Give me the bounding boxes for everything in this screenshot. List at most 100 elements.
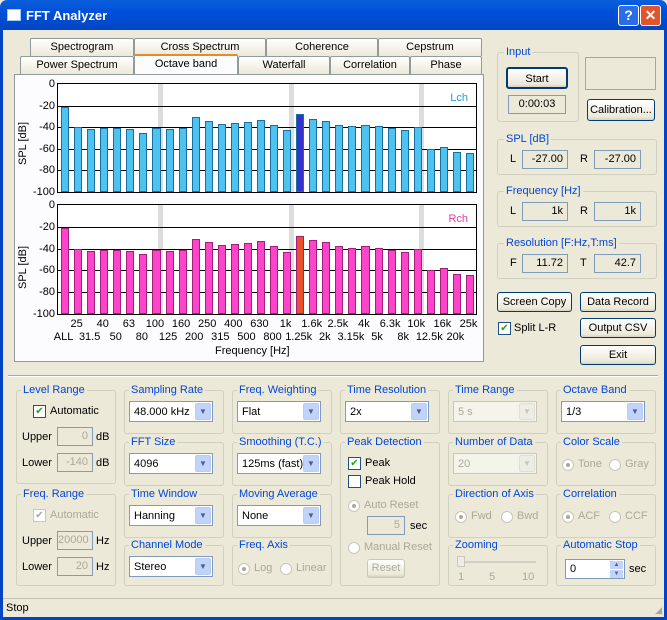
bar-315: [217, 123, 226, 192]
level-range-label: Level Range: [21, 384, 87, 396]
manual-reset-label: Manual Reset: [364, 541, 432, 553]
chevron-down-icon: ▼: [411, 403, 427, 420]
correlation-ccf-radio[interactable]: [609, 511, 621, 523]
automatic-stop-label: Automatic Stop: [561, 539, 640, 551]
help-button[interactable]: ?: [618, 5, 639, 26]
freq-l-value: 1k: [522, 202, 568, 221]
x-tick-label: 6.3k: [379, 318, 401, 330]
resize-grip-icon[interactable]: ◢: [655, 605, 662, 616]
calibration-button[interactable]: Calibration...: [587, 99, 655, 121]
manual-reset-radio[interactable]: [348, 542, 360, 554]
bar-16k: [439, 146, 448, 192]
zoom-slider-thumb[interactable]: [457, 556, 465, 567]
split-lr-checkbox[interactable]: ✔: [498, 322, 511, 335]
fft-size-select[interactable]: 4096 ▼: [129, 453, 213, 474]
bar-125: [165, 250, 174, 314]
tab-cepstrum[interactable]: Cepstrum: [378, 38, 482, 56]
data-record-button[interactable]: Data Record: [580, 292, 656, 312]
tab-phase[interactable]: Phase: [410, 56, 482, 74]
auto-reset-unit: sec: [410, 520, 428, 532]
lch-plot[interactable]: Lch: [57, 83, 477, 193]
bar-3.15k: [348, 126, 357, 192]
level-automatic-checkbox[interactable]: ✔: [33, 405, 46, 418]
start-button[interactable]: Start: [506, 67, 568, 89]
bar-31.5: [87, 250, 96, 314]
time-window-label: Time Window: [129, 488, 200, 500]
channel-mode-select[interactable]: Stereo ▼: [129, 556, 213, 577]
spl-r-value: -27.00: [594, 150, 641, 169]
x-tick-label: 25k: [459, 318, 478, 330]
bar-4k: [361, 125, 370, 192]
tab-power-spectrum[interactable]: Power Spectrum: [20, 56, 134, 74]
chevron-down-icon: ▼: [195, 507, 211, 524]
tab-correlation[interactable]: Correlation: [330, 56, 410, 74]
tab-octave-band[interactable]: Octave band: [134, 54, 238, 74]
bar-800: [270, 246, 279, 314]
zoom-slider-track[interactable]: [460, 561, 536, 563]
y-tick-label: -80: [39, 164, 55, 177]
tab-spectrogram[interactable]: Spectrogram: [30, 38, 134, 56]
bar-8k: [400, 251, 409, 314]
res-f-label: F: [510, 257, 517, 269]
rch-plot[interactable]: Rch: [57, 204, 477, 315]
tab-coherence[interactable]: Coherence: [266, 38, 378, 56]
auto-reset-input[interactable]: 5: [367, 516, 405, 535]
bar-1.25k: [296, 235, 305, 314]
peak-checkbox[interactable]: ✔: [348, 457, 361, 470]
moving-average-select[interactable]: None ▼: [237, 505, 321, 526]
color-scale-tone-radio[interactable]: [562, 459, 574, 471]
freq-axis-linear-label: Linear: [296, 562, 327, 574]
direction-fwd-radio[interactable]: [455, 511, 467, 523]
auto-reset-radio[interactable]: [348, 500, 360, 512]
title-bar[interactable]: FFT Analyzer ? ✕: [0, 0, 667, 30]
number-of-data-select[interactable]: 20 ▼: [453, 453, 537, 474]
bar-5k: [374, 126, 383, 192]
color-scale-tone-label: Tone: [578, 458, 602, 470]
sampling-rate-select[interactable]: 48.000 kHz ▼: [129, 401, 213, 422]
freq-lower-input[interactable]: 20: [57, 557, 93, 576]
separator: [8, 375, 658, 377]
time-resolution-select[interactable]: 2x ▼: [345, 401, 429, 422]
automatic-stop-input[interactable]: 0 ▲ ▼: [565, 559, 625, 579]
peak-hold-checkbox[interactable]: ✔: [348, 475, 361, 488]
freq-automatic-checkbox[interactable]: ✔: [33, 509, 46, 522]
freq-r-value: 1k: [594, 202, 641, 221]
octave-band-select[interactable]: 1/3 ▼: [561, 401, 645, 422]
bar-40: [100, 128, 109, 192]
zooming-label: Zooming: [453, 539, 500, 551]
smoothing-select[interactable]: 125ms (fast) ▼: [237, 453, 321, 474]
time-range-select[interactable]: 5 s ▼: [453, 401, 537, 422]
spin-up-icon[interactable]: ▲: [610, 561, 623, 569]
automatic-stop-unit: sec: [629, 563, 647, 575]
bar-630: [256, 240, 265, 314]
x-tick-label: 63: [122, 318, 135, 330]
direction-bwd-radio[interactable]: [501, 511, 513, 523]
app-icon: [7, 9, 21, 21]
level-upper-input[interactable]: 0: [57, 427, 93, 446]
direction-bwd-label: Bwd: [517, 510, 539, 522]
freq-axis-log-radio[interactable]: [238, 563, 250, 575]
exit-button[interactable]: Exit: [580, 345, 656, 365]
freq-axis-linear-radio[interactable]: [280, 563, 292, 575]
time-window-select[interactable]: Hanning ▼: [129, 505, 213, 526]
chevron-down-icon: ▼: [195, 558, 211, 575]
bar-4k: [361, 246, 370, 314]
level-lower-input[interactable]: -140: [57, 453, 93, 472]
tab-waterfall[interactable]: Waterfall: [238, 56, 330, 74]
y-tick-label: -40: [39, 121, 55, 134]
bar-25k: [465, 153, 474, 192]
spl-l-label: L: [510, 153, 517, 165]
spin-down-icon[interactable]: ▼: [610, 570, 623, 578]
correlation-acf-radio[interactable]: [562, 511, 574, 523]
screen-copy-button[interactable]: Screen Copy: [497, 292, 572, 312]
chevron-down-icon: ▼: [519, 403, 535, 420]
freq-weighting-select[interactable]: Flat ▼: [237, 401, 321, 422]
octave-band-label: Octave Band: [561, 384, 629, 396]
reset-button[interactable]: Reset: [367, 559, 405, 578]
level-indicator: [585, 57, 656, 90]
close-button[interactable]: ✕: [640, 5, 661, 26]
color-scale-gray-radio[interactable]: [609, 459, 621, 471]
output-csv-button[interactable]: Output CSV: [580, 318, 656, 338]
bar-10k: [413, 127, 422, 192]
freq-upper-input[interactable]: 20000: [57, 531, 93, 550]
